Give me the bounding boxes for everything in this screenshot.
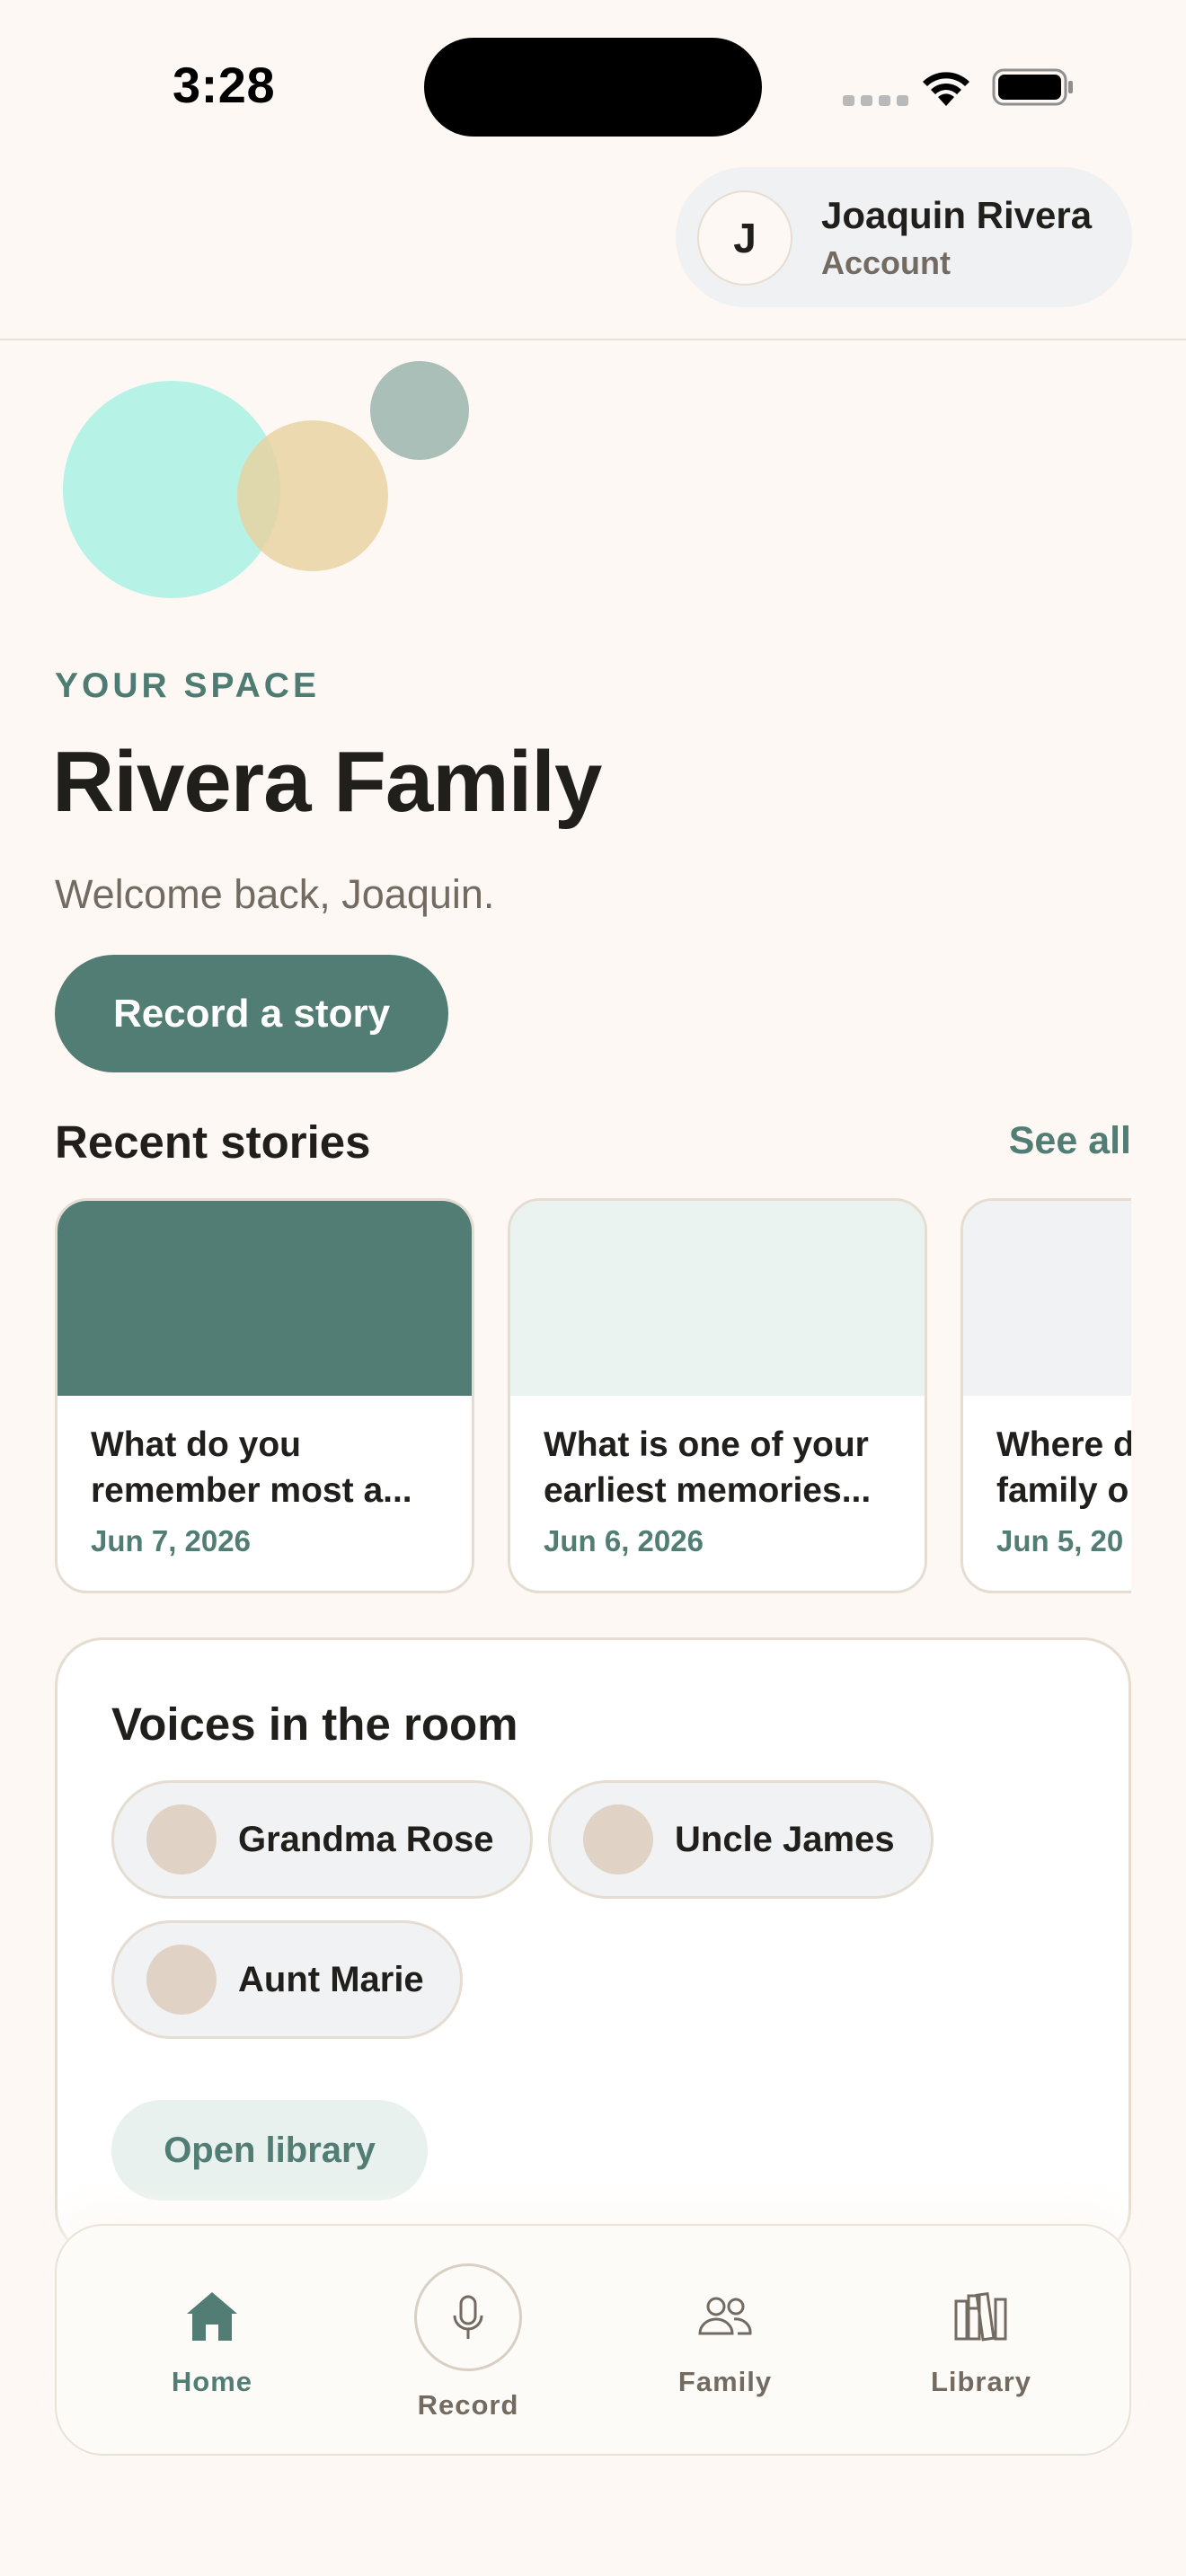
voice-avatar [583,1804,653,1875]
voice-chip-aunt-marie[interactable]: Aunt Marie [111,1920,463,2039]
story-cover [510,1201,925,1396]
home-screen: 3:28 J Joaquin Rivera Account YOUR SPACE… [0,0,1186,2576]
story-date: Jun 5, 20 [996,1524,1124,1557]
voices-panel: Voices in the room Grandma Rose Uncle Ja… [55,1637,1131,2257]
account-name: Joaquin Rivera [821,194,1093,236]
avatar: J [697,190,792,286]
books-icon [954,2291,1007,2342]
status-indicators [836,63,1078,111]
decorative-circle-sand [237,420,388,571]
tab-home[interactable]: Home [104,2226,320,2457]
voice-name: Uncle James [675,1819,895,1859]
story-title: What do you remember most a... [91,1425,412,1510]
record-story-button[interactable]: Record a story [55,955,448,1072]
tab-bar: Home Record Family Library [55,2224,1131,2456]
page-title: Rivera Family [52,734,602,830]
story-date: Jun 7, 2026 [91,1524,251,1557]
voice-chip-uncle-james[interactable]: Uncle James [548,1780,934,1899]
open-library-button[interactable]: Open library [111,2100,428,2201]
story-cover [58,1201,472,1396]
account-button[interactable]: J Joaquin Rivera Account [676,167,1132,307]
battery-icon [992,68,1073,106]
decorative-circle-sage [370,361,469,460]
dynamic-island [424,38,762,137]
wifi-icon [923,72,969,106]
account-subtitle: Account [821,244,951,281]
recent-stories-carousel[interactable]: What do you remember most a... Jun 7, 20… [55,1198,1131,1593]
microphone-icon [453,2295,483,2339]
welcome-message: Welcome back, Joaquin. [55,871,495,917]
tab-label: Library [930,2366,1032,2397]
voices-heading: Voices in the room [111,1698,518,1750]
status-time: 3:28 [173,57,276,113]
header-divider [0,339,1186,340]
story-card[interactable]: Where d family o Jun 5, 20 [960,1198,1131,1593]
tab-family[interactable]: Family [617,2226,833,2457]
recent-stories-heading: Recent stories [55,1116,371,1168]
voice-name: Grandma Rose [238,1819,494,1859]
story-card[interactable]: What do you remember most a... Jun 7, 20… [55,1198,474,1593]
people-icon [698,2297,752,2335]
story-title: What is one of your earliest memories... [544,1425,872,1510]
voice-name: Aunt Marie [238,1959,424,1999]
story-cover [963,1201,1131,1396]
tab-library[interactable]: Library [873,2226,1089,2457]
story-card[interactable]: What is one of your earliest memories...… [508,1198,927,1593]
tab-record[interactable]: Record [360,2226,576,2457]
home-icon [187,2292,237,2341]
voice-avatar [146,1945,217,2015]
section-eyebrow: YOUR SPACE [55,666,320,705]
voice-avatar [146,1804,217,1875]
story-date: Jun 6, 2026 [544,1524,704,1557]
story-title: Where d family o [996,1425,1131,1510]
tab-label: Record [417,2389,519,2421]
tab-label: Family [677,2366,773,2397]
cellular-signal-icon [843,95,908,106]
voice-chip-grandma-rose[interactable]: Grandma Rose [111,1780,533,1899]
see-all-link[interactable]: See all [1009,1119,1131,1163]
tab-label: Home [171,2366,253,2397]
